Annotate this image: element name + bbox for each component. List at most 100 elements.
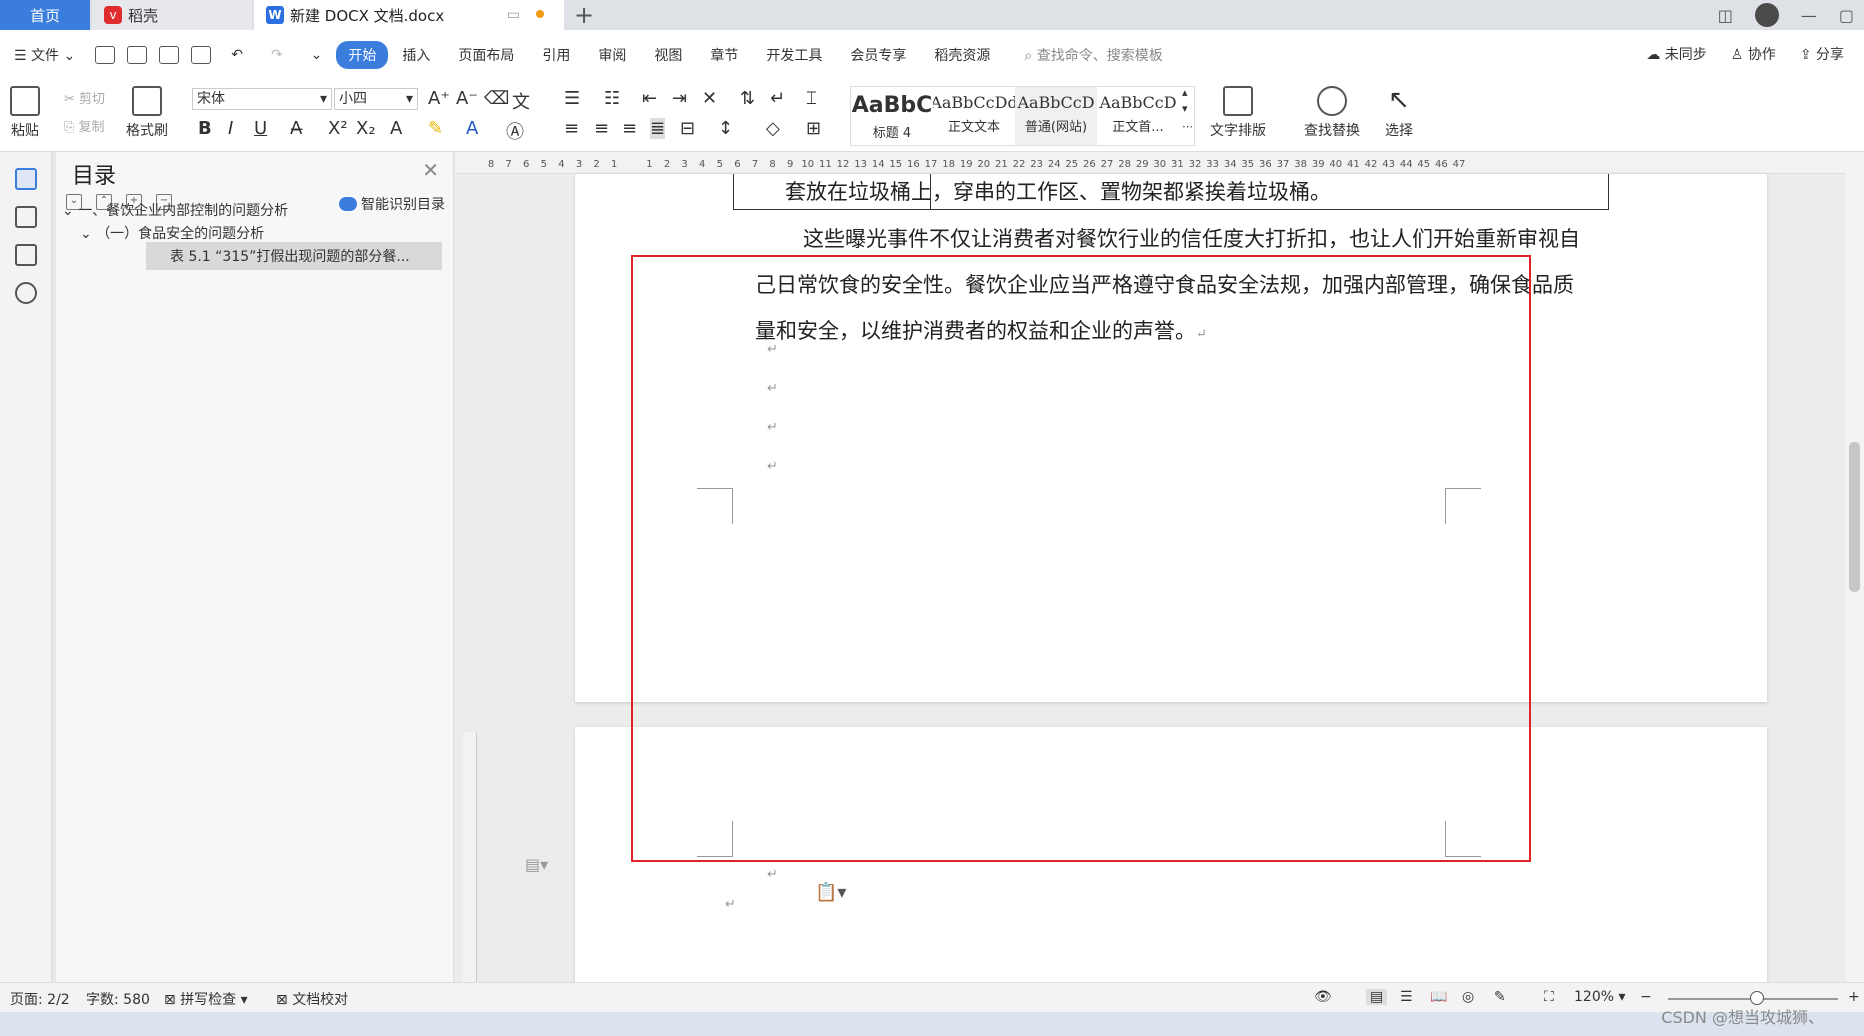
save-icon[interactable] [95, 46, 116, 64]
command-search[interactable]: ⌕ 查找命令、搜索模板 [1024, 45, 1162, 65]
strikethrough-icon[interactable]: A̶ [290, 118, 302, 139]
menu-insert[interactable]: 插入 [388, 45, 444, 65]
page-layout-icon[interactable]: ▤▾ [525, 855, 548, 874]
style-heading-4[interactable]: AaBbC 标题 4 [851, 87, 933, 145]
toc-item-level2[interactable]: ⌄ （一）食品安全的问题分析 [80, 223, 264, 243]
sync-status[interactable]: ☁ 未同步 [1646, 44, 1706, 64]
menu-page-layout[interactable]: 页面布局 [444, 45, 528, 65]
file-menu[interactable]: ☰ 文件 ⌄ [0, 45, 89, 65]
print-preview-icon[interactable] [191, 46, 212, 64]
bookmark-icon[interactable] [14, 244, 37, 266]
menu-review[interactable]: 审阅 [584, 45, 640, 65]
bullet-list-icon[interactable]: ☰ [564, 88, 580, 109]
menu-references[interactable]: 引用 [528, 45, 584, 65]
justify-icon[interactable]: ≣ [650, 118, 666, 139]
write-view-icon[interactable]: ✎ [1494, 989, 1506, 1005]
export-icon[interactable] [127, 46, 148, 64]
copy-button[interactable]: ⎘ 复制 [64, 116, 105, 135]
increase-indent-icon[interactable]: ⇥ [672, 88, 687, 109]
menu-view[interactable]: 视图 [640, 45, 696, 65]
gallery-scroll-down-icon[interactable]: ▾ [1182, 102, 1188, 115]
body-paragraph[interactable]: 这些曝光事件不仅让消费者对餐饮行业的信任度大打折扣，也让人们开始重新审视自己日常… [755, 216, 1585, 358]
font-name-select[interactable]: 宋体 ▾ [192, 88, 332, 110]
shading-icon[interactable]: ◇ [766, 118, 780, 139]
table-cell-text[interactable]: 套放在垃圾桶上，穿串的工作区、置物架都紧挨着垃圾桶。 [785, 176, 1331, 206]
eye-protection-icon[interactable]: 👁 [1314, 989, 1332, 1005]
sort-icon[interactable]: ⇅ [740, 88, 755, 109]
close-icon[interactable]: ✕ [422, 158, 439, 182]
paste-button[interactable]: 粘贴 [10, 86, 40, 140]
quick-access-dropdown-icon[interactable]: ⌄ [297, 47, 337, 63]
tab-daoke[interactable]: v 稻壳 [92, 0, 252, 30]
web-view-icon[interactable]: ◎ [1462, 989, 1474, 1005]
distributed-icon[interactable]: ⊟ [680, 118, 695, 139]
page-indicator[interactable]: 页面: 2/2 [10, 989, 70, 1009]
undo-icon[interactable]: ↶ [217, 47, 257, 63]
shrink-font-icon[interactable]: A⁻ [456, 88, 478, 109]
zoom-in-icon[interactable]: + [1848, 989, 1860, 1005]
align-left-icon[interactable]: ≡ [564, 118, 579, 139]
select-button[interactable]: ↖ 选择 [1384, 86, 1414, 140]
zoom-out-icon[interactable]: − [1640, 989, 1652, 1005]
collaborate-button[interactable]: ♙ 协作 [1731, 44, 1776, 64]
redo-icon[interactable]: ↷ [257, 47, 297, 63]
spell-check-button[interactable]: ⊠ 拼写检查 ▾ [164, 989, 248, 1009]
grow-font-icon[interactable]: A⁺ [428, 88, 450, 109]
menu-start[interactable]: 开始 [336, 41, 389, 69]
tab-document[interactable]: W 新建 DOCX 文档.docx ▭ [254, 0, 564, 30]
menu-member[interactable]: 会员专享 [836, 45, 920, 65]
cut-button[interactable]: ✂ 剪切 [64, 88, 105, 107]
fit-page-icon[interactable]: ⛶ [1544, 989, 1554, 1005]
horizontal-ruler[interactable]: 8 7 6 5 4 3 2 1 1 2 3 4 5 6 7 8 9 10 11 12 13 14 15 16 17 18 19 20 2… [455, 152, 1845, 174]
outline-view-icon[interactable]: ☰ [1400, 989, 1413, 1005]
borders-icon[interactable]: ⊞ [806, 118, 821, 139]
highlight-icon[interactable]: ✎ [428, 118, 443, 139]
style-normal-web[interactable]: AaBbCcD 普通(网站) [1015, 87, 1097, 145]
decrease-indent-icon[interactable]: ⇤ [642, 88, 657, 109]
phonetic-icon[interactable]: 文 [512, 88, 530, 114]
underline-icon[interactable]: U [254, 118, 267, 139]
bold-icon[interactable]: B [198, 118, 212, 139]
text-effect-icon[interactable]: A [390, 118, 402, 139]
zoom-slider-knob[interactable] [1750, 991, 1764, 1005]
italic-icon[interactable]: I [228, 118, 233, 139]
menu-daoke-resources[interactable]: 稻壳资源 [920, 45, 1004, 65]
section-nav-icon[interactable] [14, 206, 37, 228]
layout-icon[interactable]: ◫ [1718, 6, 1733, 25]
scrollbar-thumb[interactable] [1849, 442, 1860, 592]
text-layout-button[interactable]: 文字排版 [1210, 86, 1266, 140]
align-center-icon[interactable]: ≡ [594, 118, 609, 139]
align-right-icon[interactable]: ≡ [622, 118, 637, 139]
menu-section[interactable]: 章节 [696, 45, 752, 65]
superscript-icon[interactable]: X² [328, 118, 348, 139]
search-icon[interactable] [14, 282, 37, 304]
vertical-ruler[interactable] [463, 732, 477, 982]
chinese-layout-icon[interactable]: ✕ [702, 88, 717, 109]
smart-toc-button[interactable]: 智能识别目录 [339, 194, 445, 214]
show-marks-icon[interactable]: ↵ [770, 88, 785, 109]
font-size-select[interactable]: 小四 ▾ [334, 88, 418, 110]
share-button[interactable]: ⇪ 分享 [1800, 44, 1844, 64]
paste-options-icon[interactable]: 📋▾ [815, 882, 846, 903]
gallery-more-icon[interactable]: ⋯ [1182, 120, 1193, 133]
print-icon[interactable] [159, 46, 180, 64]
toc-item-level1[interactable]: ⌄ 一、餐饮企业内部控制的问题分析 [62, 200, 288, 220]
menu-developer[interactable]: 开发工具 [752, 45, 836, 65]
minimize-icon[interactable]: — [1801, 6, 1817, 25]
toc-pane-icon[interactable] [14, 168, 37, 190]
subscript-icon[interactable]: X₂ [356, 118, 376, 139]
avatar[interactable] [1754, 3, 1779, 27]
style-body-text[interactable]: AaBbCcDd 正文文本 [933, 87, 1015, 145]
font-color-icon[interactable]: A [466, 118, 478, 139]
toc-item-level3-selected[interactable]: 表 5.1 “315”打假出现问题的部分餐... [146, 242, 442, 270]
reading-view-icon[interactable]: 📖 [1430, 989, 1447, 1005]
zoom-level[interactable]: 120% ▾ [1574, 989, 1626, 1005]
new-tab-button[interactable]: + [564, 0, 604, 30]
line-spacing-icon[interactable]: ↕ [718, 118, 733, 139]
monitor-icon[interactable]: ▭ [507, 7, 520, 23]
clear-format-icon[interactable]: ⌫ [484, 88, 509, 109]
page-view-icon[interactable]: ▤ [1366, 989, 1388, 1005]
gallery-scroll-up-icon[interactable]: ▴ [1182, 86, 1188, 99]
restore-icon[interactable]: ▢ [1839, 6, 1854, 25]
numbered-list-icon[interactable]: ☷ [604, 88, 620, 109]
